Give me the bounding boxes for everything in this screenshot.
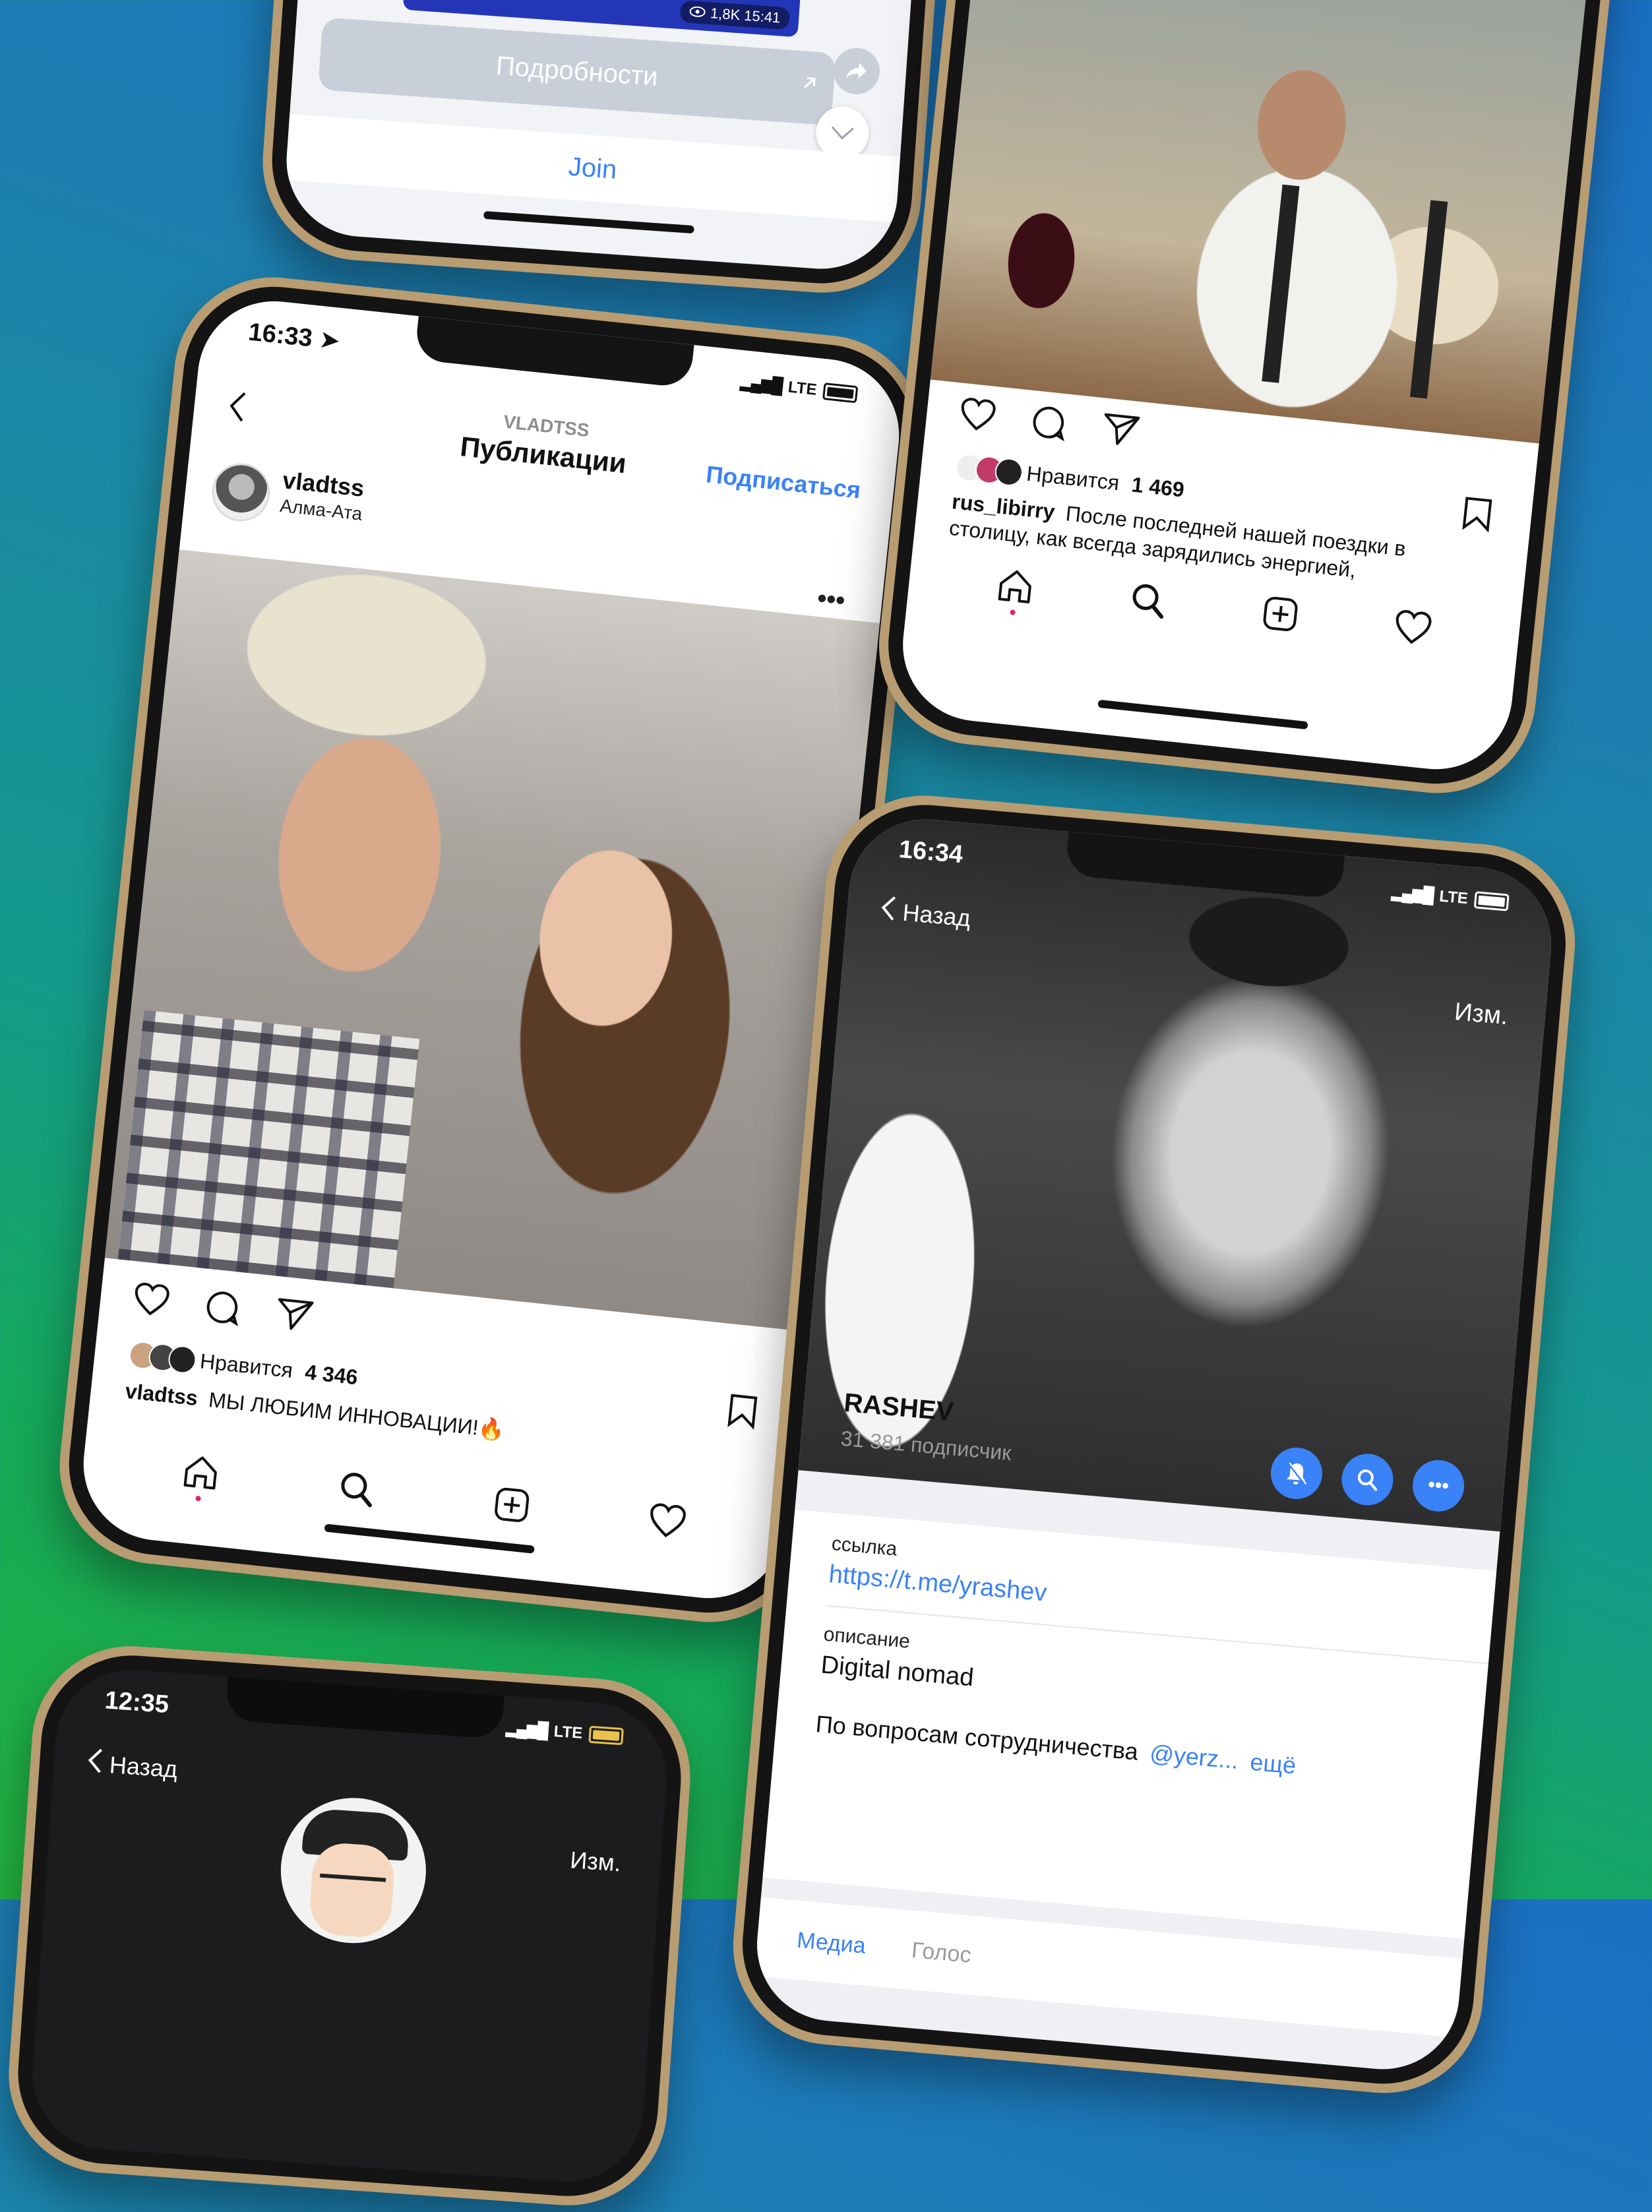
home-indicator bbox=[324, 1523, 535, 1554]
mute-bell-icon[interactable] bbox=[1268, 1445, 1325, 1502]
tab-media[interactable]: Медиа bbox=[796, 1927, 867, 1959]
bookmark-icon[interactable] bbox=[726, 1392, 759, 1432]
heart-icon[interactable] bbox=[958, 397, 997, 433]
notification-dot bbox=[195, 1495, 201, 1502]
back-button[interactable]: Назад bbox=[86, 1746, 179, 1786]
bookmark-icon[interactable] bbox=[1461, 495, 1494, 536]
likes-count: 1 469 bbox=[1130, 472, 1186, 502]
liked-by-avatars bbox=[127, 1340, 198, 1375]
comment-icon[interactable] bbox=[1030, 404, 1068, 442]
caption-text: МЫ ЛЮБИМ ИННОВАЦИИ!🔥 bbox=[207, 1388, 506, 1442]
search-icon[interactable] bbox=[336, 1468, 377, 1509]
bio-more[interactable]: ещё bbox=[1249, 1748, 1297, 1779]
phone-screen: 12:35 ▂▄▆█ LTE Назад Изм. bbox=[27, 1665, 672, 2187]
send-icon[interactable] bbox=[275, 1297, 314, 1333]
post-photo[interactable] bbox=[930, 0, 1624, 444]
bio-handle[interactable]: @yerz... bbox=[1149, 1739, 1240, 1774]
views-badge: 1,8K 15:41 bbox=[679, 0, 791, 30]
likes-label: Нравится bbox=[199, 1349, 294, 1382]
phone-telegram-channel: 16:34 ▂▄▆█ LTE Назад Изм. RASHEV 31 381 … bbox=[725, 787, 1583, 2102]
edit-button[interactable]: Изм. bbox=[1453, 998, 1510, 1031]
network-label: LTE bbox=[1438, 887, 1469, 907]
post-photo[interactable] bbox=[104, 549, 880, 1332]
divider bbox=[826, 1605, 1489, 1665]
battery-icon bbox=[822, 382, 859, 403]
back-icon bbox=[86, 1746, 104, 1781]
more-icon[interactable]: ••• bbox=[1410, 1458, 1467, 1514]
home-icon[interactable] bbox=[995, 566, 1036, 615]
status-time: 16:33 ➤ bbox=[247, 318, 342, 355]
status-indicators: ▂▄▆█ LTE bbox=[739, 373, 859, 404]
description-label: описание bbox=[822, 1623, 911, 1653]
edit-button[interactable]: Изм. bbox=[569, 1846, 622, 1877]
back-label: Назад bbox=[902, 898, 972, 932]
phone-screen: 16:34 ▂▄▆█ LTE Назад Изм. RASHEV 31 381 … bbox=[750, 813, 1558, 2076]
join-bar[interactable]: Join bbox=[285, 114, 901, 223]
suspenders bbox=[1262, 184, 1448, 399]
battery-icon bbox=[1473, 890, 1510, 911]
home-indicator bbox=[1097, 699, 1308, 730]
status-time: 16:34 bbox=[898, 835, 964, 869]
details-button-label: Подробности bbox=[495, 51, 659, 92]
activity-heart-icon[interactable] bbox=[1393, 609, 1433, 647]
activity-heart-icon[interactable] bbox=[647, 1502, 687, 1541]
join-label: Join bbox=[567, 152, 618, 185]
heart-icon[interactable] bbox=[132, 1281, 171, 1318]
network-label: LTE bbox=[553, 1722, 584, 1742]
likes-label: Нравится bbox=[1025, 461, 1121, 495]
bio-text: По вопросам сотрудничества bbox=[814, 1709, 1140, 1766]
search-icon[interactable] bbox=[1128, 580, 1169, 621]
send-icon[interactable] bbox=[1101, 412, 1140, 448]
phone-screen: Нравится 1 469 rus_libirry После последн… bbox=[895, 0, 1624, 777]
link-value[interactable]: https://t.me/yrashev bbox=[828, 1560, 1048, 1608]
post-actions bbox=[132, 1281, 314, 1334]
signal-icon: ▂▄▆█ bbox=[505, 1719, 548, 1740]
more-icon[interactable]: ••• bbox=[816, 584, 846, 616]
home-indicator bbox=[483, 210, 694, 234]
eye-icon bbox=[688, 3, 706, 22]
share-arrow-icon[interactable] bbox=[832, 46, 882, 96]
likes-line[interactable]: Нравится 1 469 bbox=[1025, 462, 1186, 503]
battery-icon bbox=[588, 1725, 624, 1745]
avatar[interactable] bbox=[209, 460, 273, 524]
phone-top-left: 1,8K 15:41 Подробности Join bbox=[256, 0, 958, 299]
caption-username[interactable]: vladtss bbox=[124, 1379, 199, 1410]
shirt-plaid bbox=[117, 1010, 420, 1289]
comment-icon[interactable] bbox=[204, 1289, 241, 1327]
views-text: 1,8K 15:41 bbox=[710, 5, 781, 26]
add-icon[interactable] bbox=[1260, 594, 1301, 634]
phone-bottom-left: 12:35 ▂▄▆█ LTE Назад Изм. bbox=[2, 1640, 697, 2212]
search-icon[interactable] bbox=[1339, 1452, 1395, 1508]
status-indicators: ▂▄▆█ LTE bbox=[505, 1719, 624, 1746]
network-label: LTE bbox=[787, 377, 818, 399]
likes-count: 4 346 bbox=[303, 1360, 359, 1390]
likes-line[interactable]: Нравится 4 346 bbox=[199, 1349, 359, 1390]
status-time: 12:35 bbox=[104, 1686, 170, 1719]
liked-by-avatars bbox=[954, 452, 1024, 487]
tab-voice[interactable]: Голос bbox=[911, 1937, 972, 1968]
location-arrow-icon: ➤ bbox=[311, 324, 342, 355]
signal-icon: ▂▄▆█ bbox=[739, 373, 783, 396]
description-value: Digital nomad bbox=[820, 1651, 975, 1692]
back-icon bbox=[879, 894, 898, 929]
bio-line: По вопросам сотрудничества @yerz... ещё bbox=[814, 1710, 1297, 1780]
home-icon[interactable] bbox=[180, 1452, 221, 1502]
external-arrow-icon bbox=[800, 68, 819, 99]
back-label: Назад bbox=[108, 1750, 179, 1783]
notification-dot bbox=[1010, 609, 1016, 615]
link-label: ссылка bbox=[830, 1533, 898, 1560]
phone-instagram-rus-libirry: Нравится 1 469 rus_libirry После последн… bbox=[869, 0, 1650, 803]
phone-screen: 1,8K 15:41 Подробности Join bbox=[281, 0, 933, 274]
info-card: ссылка https://t.me/yrashev описание Dig… bbox=[762, 1509, 1497, 1939]
post-actions bbox=[958, 396, 1140, 449]
post-caption: vladtss МЫ ЛЮБИМ ИННОВАЦИИ!🔥 bbox=[124, 1378, 506, 1443]
add-icon[interactable] bbox=[491, 1485, 532, 1525]
profile-avatar[interactable] bbox=[276, 1793, 431, 1948]
signal-icon: ▂▄▆█ bbox=[1390, 883, 1434, 905]
